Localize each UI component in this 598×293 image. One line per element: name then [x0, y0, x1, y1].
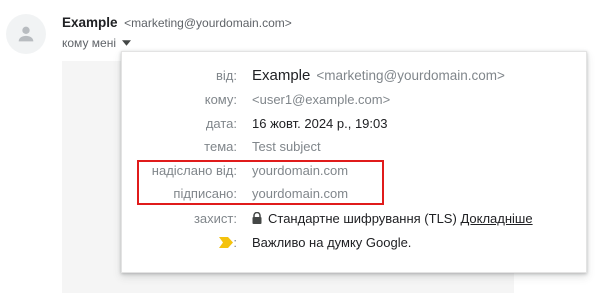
caret-down-icon	[122, 40, 131, 46]
security-value: Стандартне шифрування (TLS) Докладніше	[252, 208, 533, 230]
importance-row: : Важливо на думку Google.	[122, 232, 588, 254]
from-row: від: Example <marketing@yourdomain.com>	[122, 65, 588, 87]
recipient-line: кому мені	[62, 36, 131, 50]
date-label: дата:	[205, 116, 237, 131]
sender-name[interactable]: Example	[62, 15, 118, 30]
to-value: <user1@example.com>	[252, 92, 391, 107]
recipient-text: кому мені	[62, 36, 116, 50]
person-icon	[18, 26, 34, 42]
sender-line: Example <marketing@yourdomain.com>	[62, 15, 292, 30]
sender-avatar[interactable]	[6, 14, 46, 54]
show-details-button[interactable]	[122, 40, 131, 46]
subject-value: Test subject	[252, 139, 321, 154]
date-row: дата: 16 жовт. 2024 р., 19:03	[122, 113, 588, 135]
importance-colon: :	[233, 235, 237, 250]
lock-icon	[252, 212, 262, 224]
highlight-box	[137, 160, 384, 205]
subject-label: тема:	[204, 139, 237, 154]
importance-marker-icon	[219, 237, 233, 248]
subject-row: тема: Test subject	[122, 136, 588, 158]
from-label: від:	[216, 68, 237, 83]
importance-value: Важливо на думку Google.	[252, 235, 412, 250]
security-label: захист:	[193, 211, 237, 226]
to-row: кому: <user1@example.com>	[122, 89, 588, 111]
security-row: захист: Стандартне шифрування (TLS) Докл…	[122, 208, 588, 230]
sender-email: <marketing@yourdomain.com>	[124, 16, 292, 30]
to-label: кому:	[204, 92, 237, 107]
date-value: 16 жовт. 2024 р., 19:03	[252, 116, 388, 131]
security-text: Стандартне шифрування (TLS)	[268, 211, 457, 226]
from-email: <marketing@yourdomain.com>	[316, 68, 505, 83]
learn-more-link[interactable]: Докладніше	[460, 211, 532, 226]
from-name: Example	[252, 67, 311, 84]
from-value: Example <marketing@yourdomain.com>	[252, 65, 505, 87]
